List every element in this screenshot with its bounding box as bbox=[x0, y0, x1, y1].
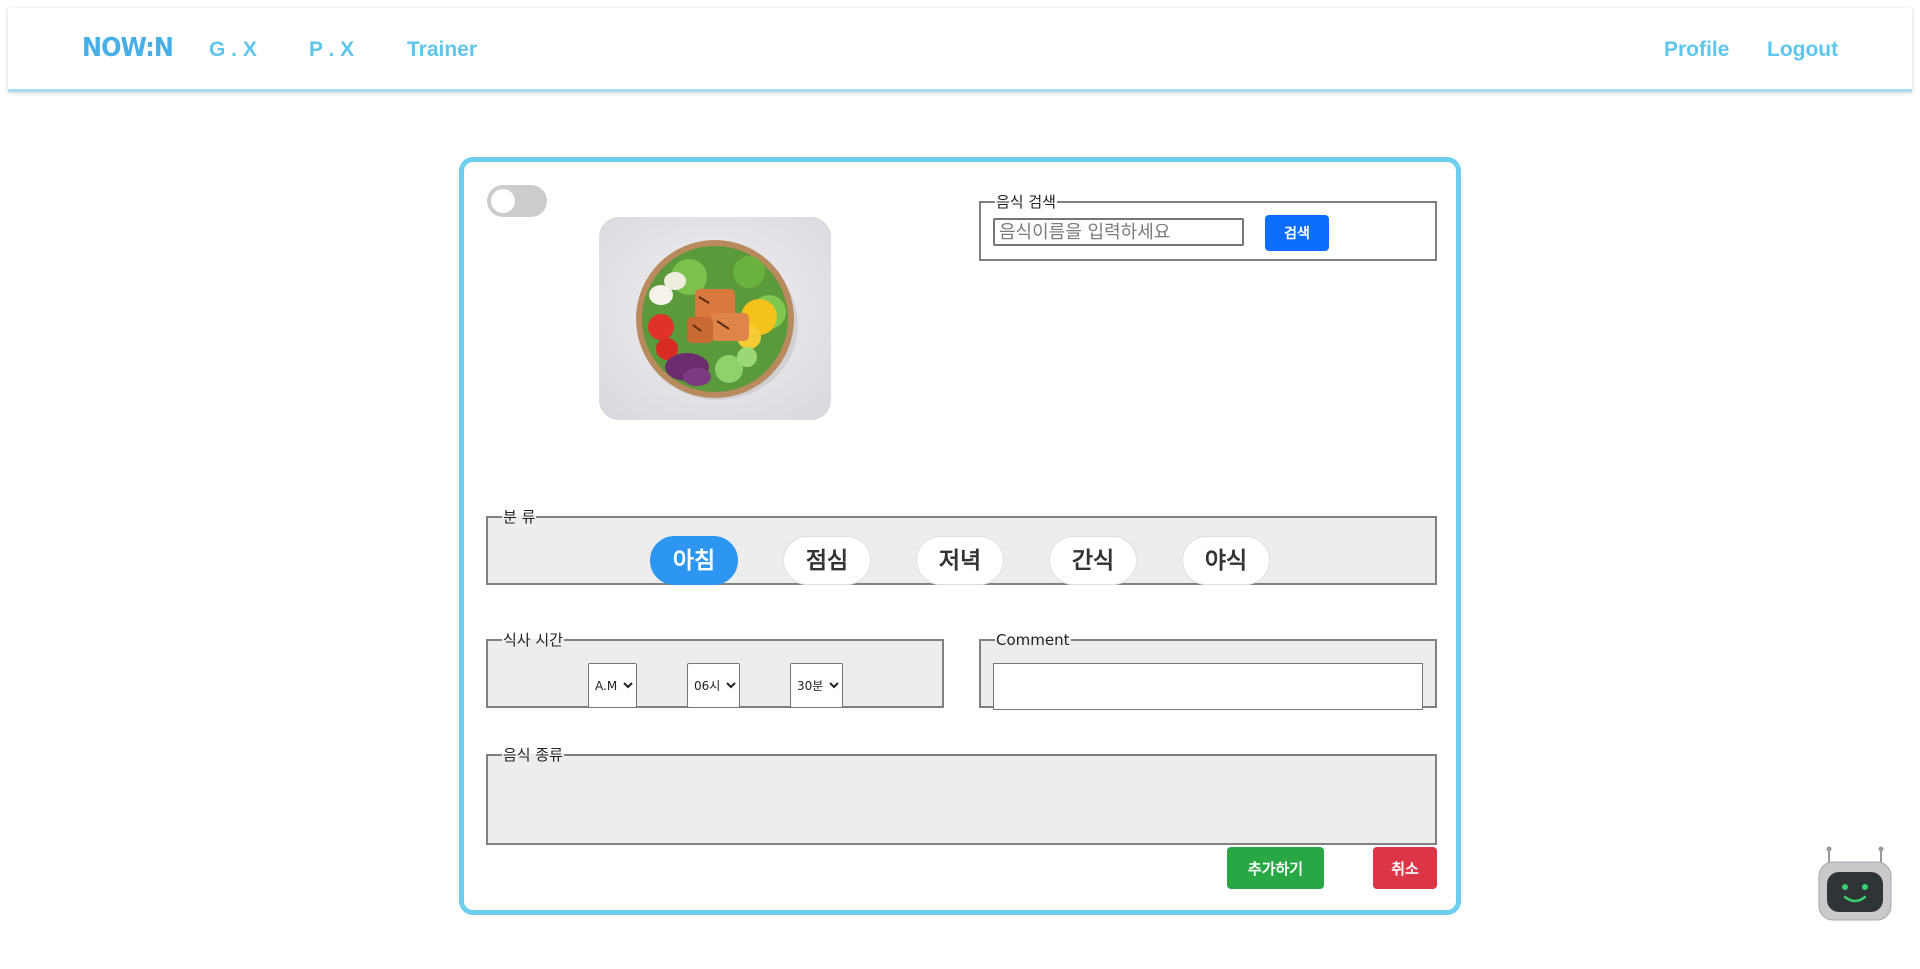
toggle-knob bbox=[491, 189, 515, 213]
meal-option-breakfast[interactable]: 아침 bbox=[650, 536, 738, 585]
comment-legend: Comment bbox=[996, 631, 1070, 649]
meal-entry-card: 음식 검색 검색 분 류 아침 점심 저녁 간식 야식 식사 시간 A.M 06… bbox=[459, 157, 1461, 915]
mode-toggle-switch[interactable] bbox=[487, 185, 547, 217]
food-type-group: 음식 종류 bbox=[486, 747, 1437, 845]
search-button[interactable]: 검색 bbox=[1265, 215, 1329, 251]
meal-option-lunch[interactable]: 점심 bbox=[783, 536, 871, 585]
meal-option-dinner[interactable]: 저녁 bbox=[916, 536, 1004, 585]
meal-time-legend: 식사 시간 bbox=[503, 631, 563, 649]
meal-category-legend: 분 류 bbox=[503, 508, 536, 526]
ampm-select[interactable]: A.M bbox=[588, 663, 637, 708]
hour-select[interactable]: 06시 bbox=[687, 663, 740, 708]
cancel-button[interactable]: 취소 bbox=[1373, 847, 1437, 889]
nav-link-profile[interactable]: Profile bbox=[1664, 38, 1729, 62]
food-type-legend: 음식 종류 bbox=[503, 746, 563, 764]
comment-input[interactable] bbox=[993, 663, 1423, 710]
minute-select[interactable]: 30분 bbox=[790, 663, 843, 708]
meal-option-snack[interactable]: 간식 bbox=[1049, 536, 1137, 585]
robot-icon[interactable] bbox=[1815, 842, 1895, 922]
food-search-legend: 음식 검색 bbox=[996, 193, 1056, 211]
app-logo[interactable]: NOW:N bbox=[82, 33, 174, 63]
food-search-group: 음식 검색 검색 bbox=[979, 194, 1437, 261]
food-preview-image bbox=[599, 217, 831, 420]
meal-category-group: 분 류 아침 점심 저녁 간식 야식 bbox=[486, 509, 1437, 585]
comment-group: Comment bbox=[979, 631, 1437, 710]
meal-option-late-night[interactable]: 야식 bbox=[1182, 536, 1270, 585]
food-search-input[interactable] bbox=[993, 218, 1244, 246]
top-navbar: NOW:N G . X P . X Trainer Profile Logout bbox=[8, 8, 1912, 92]
nav-link-px[interactable]: P . X bbox=[309, 38, 354, 62]
nav-link-gx[interactable]: G . X bbox=[209, 38, 257, 62]
nav-link-logout[interactable]: Logout bbox=[1767, 38, 1838, 62]
meal-time-group: 식사 시간 A.M 06시 30분 bbox=[486, 632, 944, 708]
nav-link-trainer[interactable]: Trainer bbox=[407, 38, 477, 62]
add-button[interactable]: 추가하기 bbox=[1227, 847, 1324, 889]
